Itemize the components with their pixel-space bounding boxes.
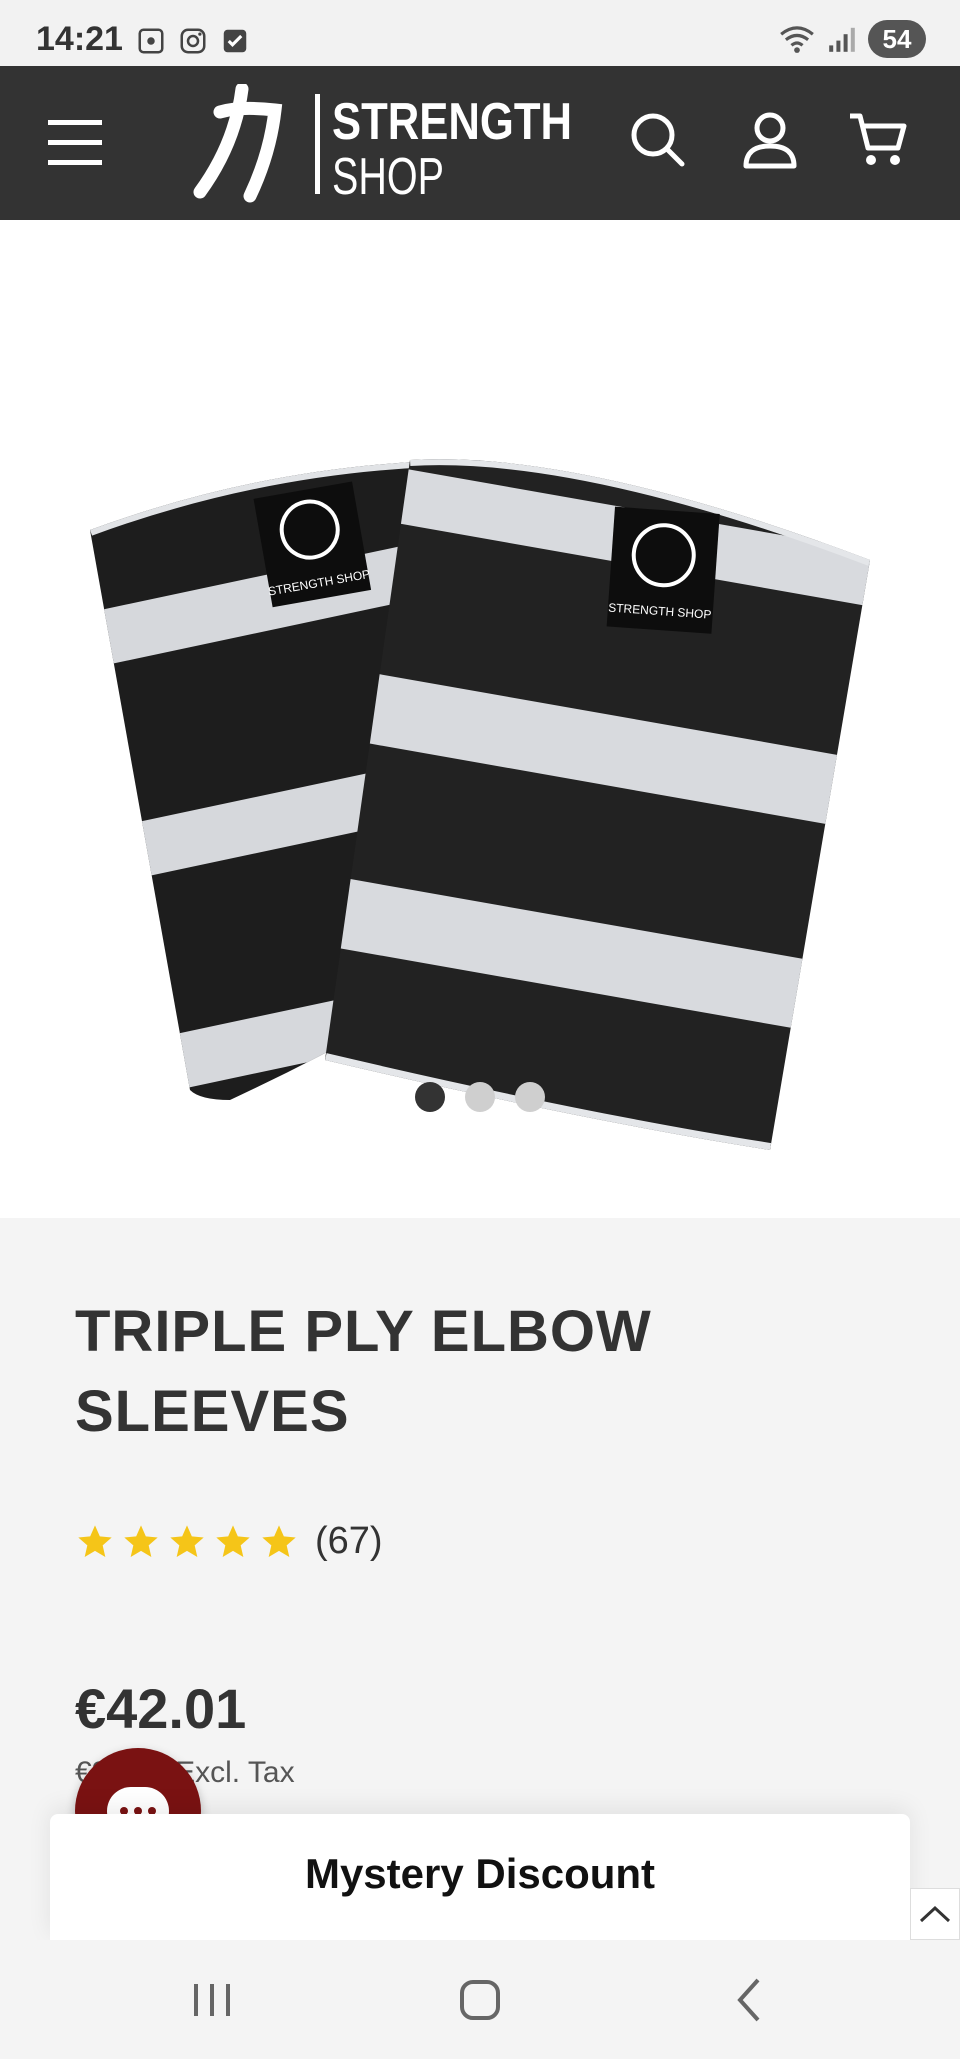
product-price: €42.01 — [75, 1677, 247, 1740]
strength-shop-logo[interactable]: STRENGTH SHOP — [190, 84, 580, 204]
home-icon[interactable] — [450, 1970, 510, 2030]
logo-text-top: STRENGTH — [332, 93, 572, 151]
chevron-up-icon — [919, 1905, 951, 1923]
account-icon[interactable] — [738, 108, 802, 172]
instagram-icon — [180, 28, 206, 54]
product-title: TRIPLE PLY ELBOW SLEEVES — [75, 1299, 652, 1444]
menu-icon[interactable] — [48, 118, 106, 168]
checkbox-icon — [223, 29, 247, 53]
screenshot-icon — [138, 28, 164, 54]
carousel-dot-2[interactable] — [465, 1082, 495, 1112]
product-rating[interactable]: (67) — [75, 1520, 383, 1563]
signal-icon — [829, 27, 855, 52]
logo-text-bottom: SHOP — [332, 148, 444, 204]
carousel-dots — [0, 1082, 960, 1112]
back-icon[interactable] — [720, 1970, 780, 2030]
star-icon — [124, 1524, 158, 1557]
review-count[interactable]: (67) — [315, 1520, 383, 1563]
status-bar: 14:21 54 — [0, 0, 960, 66]
mystery-discount-label: Mystery Discount — [304, 1850, 656, 1897]
scroll-to-top-button[interactable] — [910, 1888, 960, 1940]
mystery-discount-panel[interactable]: Mystery Discount — [50, 1814, 910, 1940]
battery-indicator: 54 — [868, 20, 926, 58]
wifi-icon — [780, 26, 814, 53]
recent-apps-icon[interactable] — [182, 1970, 242, 2030]
system-nav-bar — [0, 1940, 960, 2059]
search-icon[interactable] — [626, 108, 690, 172]
star-icon — [216, 1524, 250, 1557]
product-gallery[interactable]: STRENGTH SHOP STRENGTH SHOP — [0, 220, 960, 1218]
star-icon — [170, 1524, 204, 1557]
status-time: 14:21 — [36, 20, 123, 58]
star-icon — [78, 1524, 112, 1557]
carousel-dot-1[interactable] — [415, 1082, 445, 1112]
carousel-dot-3[interactable] — [515, 1082, 545, 1112]
product-image[interactable]: STRENGTH SHOP STRENGTH SHOP — [80, 330, 880, 1180]
cart-icon[interactable] — [846, 108, 910, 172]
site-header: STRENGTH SHOP — [0, 66, 960, 220]
star-icon — [262, 1524, 296, 1557]
